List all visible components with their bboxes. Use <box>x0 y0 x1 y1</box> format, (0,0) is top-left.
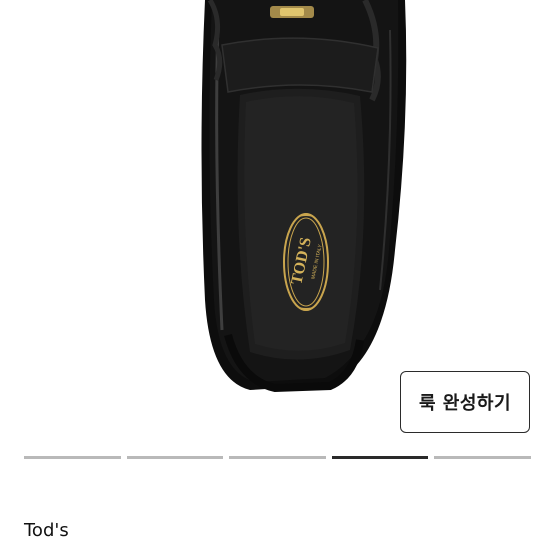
pagination-segment[interactable] <box>229 456 326 459</box>
pagination-segment-active[interactable] <box>331 456 429 459</box>
complete-look-button[interactable]: 룩 완성하기 <box>400 371 530 433</box>
pagination-segment[interactable] <box>434 456 531 459</box>
pagination-segment[interactable] <box>126 456 224 459</box>
pagination-segment[interactable] <box>24 456 121 459</box>
brand-name[interactable]: Tod's <box>24 520 69 541</box>
image-pagination <box>24 456 531 460</box>
